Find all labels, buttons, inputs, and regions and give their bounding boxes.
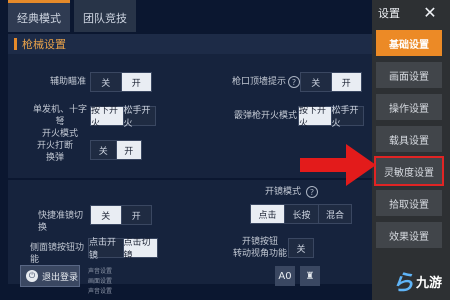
profile-icon[interactable]: ♜ (300, 266, 320, 286)
fire-interrupt-toggle: 关 开 (90, 140, 142, 160)
footer-text-3: 声音设置 (88, 288, 113, 295)
bolt-fire-release[interactable]: 松手开火 (332, 106, 364, 129)
bolt-fire-toggle: 按下开火 松手开火 (298, 106, 364, 129)
side-scope-switch[interactable]: 点击切镜 (123, 238, 157, 261)
assist-aim-toggle: 关 开 (90, 72, 152, 92)
side-scope-open[interactable]: 点击开镜 (89, 238, 124, 261)
brand-mark: ら (392, 270, 415, 296)
gun-switch-label: 枪口顶墙提示 (232, 77, 287, 87)
scope-mode-label: 开镜模式 (265, 187, 302, 197)
scope-mode-mixed[interactable]: 混合 (319, 205, 351, 223)
menu-graphics-settings[interactable]: 画面设置 (376, 62, 442, 88)
single-fire-release[interactable]: 松手开火 (124, 106, 156, 129)
tab-team[interactable]: 团队竞技 (74, 0, 136, 32)
menu-vehicle-settings[interactable]: 载具设置 (376, 126, 442, 152)
close-icon[interactable]: ✕ (420, 2, 440, 22)
single-fire-press[interactable]: 按下开火 (91, 106, 124, 129)
menu-pickup-settings[interactable]: 拾取设置 (376, 190, 442, 216)
quick-scope-toggle: 关 开 (90, 205, 152, 225)
section-header: 枪械设置 (8, 34, 373, 54)
section-accent-bar (14, 38, 17, 50)
assist-aim-label: 辅助瞄准 (50, 77, 87, 87)
scope-mode-toggle: 点击 长按 混合 (250, 204, 352, 224)
scope-mode-click[interactable]: 点击 (251, 205, 285, 223)
menu-basic-settings[interactable]: 基础设置 (376, 30, 442, 56)
fire-interrupt-off[interactable]: 关 (91, 141, 117, 159)
bolt-fire-press[interactable]: 按下开火 (299, 106, 332, 129)
assist-aim-on[interactable]: 开 (121, 73, 151, 91)
single-fire-label: 单发机、十字弩 开火模式 (32, 105, 87, 139)
settings-title: 设置 (378, 7, 400, 20)
brand-text: 九游 (416, 275, 443, 291)
scope-button-toggle: 关 (288, 238, 314, 258)
bolt-fire-label: 霰弹枪开火模式 (234, 111, 298, 121)
side-scope-toggle: 点击开镜 点击切镜 (88, 238, 158, 261)
gun-switch-on[interactable]: 开 (331, 73, 361, 91)
menu-control-settings[interactable]: 操作设置 (376, 94, 442, 120)
mode-tabs: 经典模式 团队竞技 (8, 0, 178, 32)
quick-scope-on[interactable]: 开 (122, 206, 152, 224)
red-arrow-icon (300, 144, 376, 186)
logout-icon: ⏻ (26, 270, 38, 282)
quick-scope-off[interactable]: 关 (91, 206, 122, 224)
gun-switch-off[interactable]: 关 (301, 73, 332, 91)
logout-label: 退出登录 (42, 272, 79, 283)
voice-icon[interactable]: A0 (275, 266, 295, 286)
logout-button[interactable]: ⏻ 退出登录 (20, 265, 80, 287)
scope-button-label: 开镜按钮 转动视角功能 (232, 237, 287, 259)
scope-mode-hold[interactable]: 长按 (285, 205, 319, 223)
assist-aim-off[interactable]: 关 (91, 73, 122, 91)
side-scope-label: 侧面镜按钮功能 (30, 243, 85, 265)
single-fire-toggle: 按下开火 松手开火 (90, 106, 156, 129)
help-icon[interactable]: ? (288, 76, 300, 88)
fire-interrupt-on[interactable]: 开 (116, 141, 141, 159)
section-title: 枪械设置 (22, 38, 66, 51)
brand-logo: ら 九游 (392, 262, 450, 300)
quick-scope-label: 快捷准镜切换 (38, 211, 84, 233)
gun-switch-toggle: 关 开 (300, 72, 362, 92)
scope-button-off[interactable]: 关 (289, 239, 313, 257)
tab-classic[interactable]: 经典模式 (8, 0, 70, 32)
fire-interrupt-label: 开火打断 换弹 (36, 141, 73, 163)
menu-sensitivity-settings[interactable]: 灵敏度设置 (374, 156, 444, 186)
menu-effect-settings[interactable]: 效果设置 (376, 222, 442, 248)
